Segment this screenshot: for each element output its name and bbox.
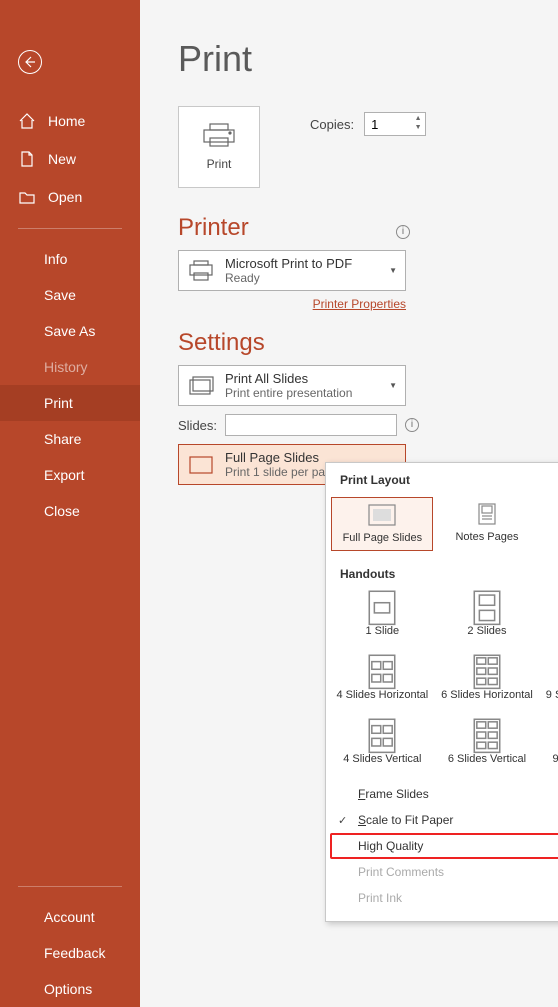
slides-label: Slides: [178, 418, 217, 433]
popout-handouts-heading: Handouts [326, 557, 558, 585]
nav-home[interactable]: Home [0, 102, 140, 140]
nav-share[interactable]: Share [0, 421, 140, 457]
printer-info-icon[interactable]: i [396, 225, 410, 239]
copies-value: 1 [371, 117, 378, 132]
handout-4v[interactable]: 4 Slides Vertical [331, 719, 433, 771]
handout-icon [473, 661, 501, 683]
sidebar-divider [18, 886, 122, 887]
backstage-sidebar: Home New Open Info Save Save As History … [0, 0, 140, 1007]
printer-icon [202, 123, 236, 147]
printer-heading: Printer [178, 214, 249, 242]
copies-input[interactable]: 1 ▲ ▼ [364, 112, 426, 136]
open-icon [18, 188, 36, 206]
slides-info-icon[interactable]: i [405, 418, 419, 432]
layout-outline[interactable]: Outline [541, 497, 558, 551]
copies-label: Copies: [310, 117, 354, 132]
page-title: Print [178, 38, 558, 80]
handout-3-slides[interactable]: 3 Slides [541, 591, 558, 643]
new-icon [18, 150, 36, 168]
layout-full-page-slides[interactable]: Full Page Slides [331, 497, 433, 551]
nav-info[interactable]: Info [0, 241, 140, 277]
print-range-dropdown[interactable]: Print All Slides Print entire presentati… [178, 365, 406, 406]
chevron-down-icon: ▼ [389, 266, 397, 275]
handout-icon [368, 597, 396, 619]
nav-print[interactable]: Print [0, 385, 140, 421]
handout-icon [368, 725, 396, 747]
printer-status: Ready [225, 271, 397, 285]
layout-notes-pages[interactable]: Notes Pages [436, 497, 538, 551]
printer-properties-link[interactable]: Printer Properties [178, 297, 406, 311]
chevron-down-icon: ▼ [389, 381, 397, 390]
nav-export[interactable]: Export [0, 457, 140, 493]
settings-heading: Settings [178, 329, 558, 357]
layout-popout: Print Layout Full Page Slides Notes Page… [325, 462, 558, 922]
full-page-icon [187, 454, 215, 476]
nav-feedback[interactable]: Feedback [0, 935, 140, 971]
copies-down[interactable]: ▼ [413, 123, 423, 132]
nav-label: Open [48, 189, 82, 205]
check-icon: ✓ [338, 814, 347, 827]
home-icon [18, 112, 36, 130]
opt-print-ink: Print Ink [326, 885, 558, 911]
handout-6v[interactable]: 6 Slides Vertical [436, 719, 538, 771]
print-button-label: Print [207, 157, 232, 171]
popout-layout-heading: Print Layout [326, 463, 558, 491]
nav-saveas[interactable]: Save As [0, 313, 140, 349]
opt-high-quality[interactable]: High Quality [330, 833, 558, 859]
nav-history[interactable]: History [0, 349, 140, 385]
full-page-icon [368, 504, 396, 526]
handout-6h[interactable]: 6 Slides Horizontal [436, 655, 538, 707]
handout-1-slide[interactable]: 1 Slide [331, 591, 433, 643]
notes-pages-icon [473, 503, 501, 525]
nav-account[interactable]: Account [0, 899, 140, 935]
print-backstage: Print Print Copies: 1 ▲ ▼ Printer i Micr… [140, 0, 558, 1007]
handout-icon [368, 661, 396, 683]
opt-frame-slides[interactable]: Frame Slides [326, 781, 558, 807]
handout-9h[interactable]: 9 Slides Horizontal [541, 655, 558, 707]
print-button[interactable]: Print [178, 106, 260, 188]
printer-name: Microsoft Print to PDF [225, 256, 397, 271]
slides-stack-icon [187, 375, 215, 397]
nav-label: New [48, 151, 76, 167]
back-arrow-icon [24, 56, 36, 68]
back-button[interactable] [18, 50, 42, 74]
nav-options[interactable]: Options [0, 971, 140, 1007]
opt-scale-to-fit[interactable]: ✓Scale to Fit Paper [326, 807, 558, 833]
nav-new[interactable]: New [0, 140, 140, 178]
printer-dropdown[interactable]: Microsoft Print to PDF Ready ▼ [178, 250, 406, 291]
printer-device-icon [187, 260, 215, 282]
slides-input[interactable] [225, 414, 397, 436]
copies-up[interactable]: ▲ [413, 114, 423, 123]
opt-print-comments: Print Comments [326, 859, 558, 885]
handout-icon [473, 597, 501, 619]
handout-icon [473, 725, 501, 747]
handout-4h[interactable]: 4 Slides Horizontal [331, 655, 433, 707]
handout-2-slides[interactable]: 2 Slides [436, 591, 538, 643]
nav-save[interactable]: Save [0, 277, 140, 313]
nav-label: Home [48, 113, 85, 129]
sidebar-divider [18, 228, 122, 229]
print-range-line1: Print All Slides [225, 371, 397, 386]
handout-9v[interactable]: 9 Slides Vertical [541, 719, 558, 771]
print-range-line2: Print entire presentation [225, 386, 397, 400]
nav-open[interactable]: Open [0, 178, 140, 216]
nav-close[interactable]: Close [0, 493, 140, 529]
